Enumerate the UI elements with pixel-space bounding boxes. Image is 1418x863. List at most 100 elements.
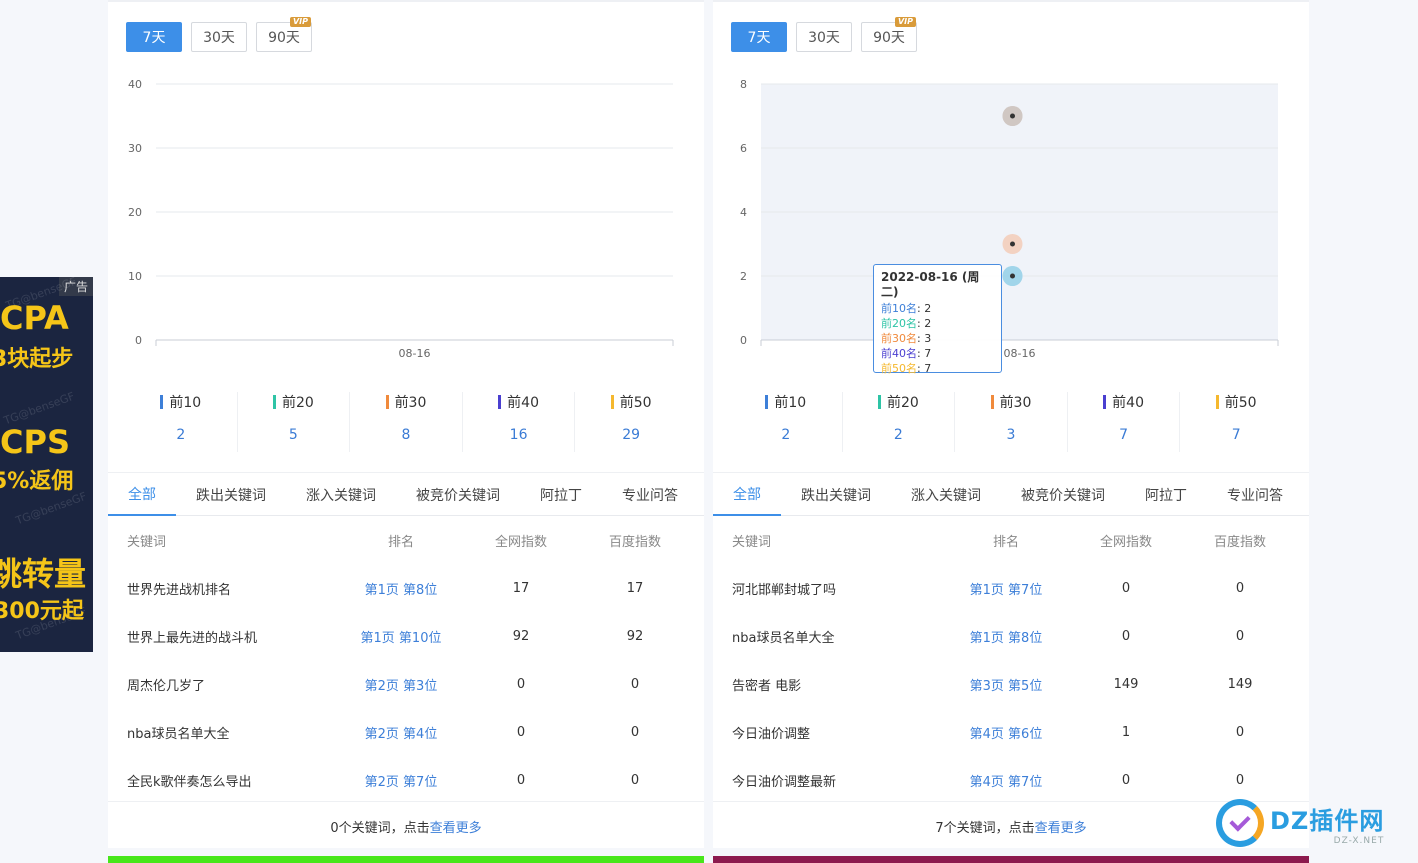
legend-bar-icon — [877, 395, 881, 409]
y-tick-label: 8 — [740, 78, 747, 91]
rank-link[interactable]: 第3页 第5位 — [943, 675, 1069, 694]
rank-stat-value[interactable]: 29 — [575, 427, 687, 443]
keyword-tab[interactable]: 专业问答 — [1207, 473, 1303, 516]
keyword-tab[interactable]: 阿拉丁 — [520, 473, 602, 516]
chart-tooltip: 2022-08-16 (周二) 前10名: 2 前20名: 2 前30名: 3 前40… — [873, 264, 1002, 375]
network-index-cell: 0 — [516, 724, 526, 740]
rank-link[interactable]: 第4页 第7位 — [943, 771, 1069, 790]
keyword-tab[interactable]: 被竞价关键词 — [396, 473, 520, 516]
rank-stat: 前40 7 — [1068, 392, 1181, 452]
tooltip-title: 2022-08-16 (周二) — [881, 270, 980, 299]
tooltip-series-value: : 2 — [917, 302, 932, 315]
keyword-cell: 今日油价调整最新 — [732, 774, 837, 790]
keyword-cell: nba球员名单大全 — [732, 630, 835, 646]
rank-stats: 前10 2 前20 2 前30 3 前40 7 前50 7 — [713, 392, 1309, 452]
column-header: 百度指数 — [1213, 534, 1266, 550]
range-7d-button[interactable]: 7天 — [731, 22, 787, 52]
ad-banner[interactable]: 广告 TG@benseGF TG@benseGF TG@benseGF TG@b… — [0, 277, 93, 652]
rank-stat-label: 前40 — [1112, 395, 1144, 411]
table-footer: 0个关键词，点击 查看更多 — [108, 801, 704, 850]
rank-stat: 前50 29 — [575, 392, 687, 452]
chart-svg: 0 10 20 30 40 08-16 — [128, 78, 674, 360]
tooltip-series-value: : 7 — [917, 362, 932, 375]
rank-stat-label-row: 前10 — [160, 392, 201, 412]
keyword-table: 关键词 排名 全网指数 百度指数 世界先进战机排名 第1页 第8位 17 17 世界上最先进的战… — [108, 516, 704, 804]
bottom-ad-strip[interactable] — [713, 856, 1309, 863]
rank-link[interactable]: 第1页 第7位 — [943, 579, 1069, 598]
logo-mark-icon — [1216, 799, 1264, 847]
view-more-link[interactable]: 查看更多 — [430, 817, 482, 836]
rank-stat-value[interactable]: 2 — [125, 427, 237, 443]
bottom-ad-strip[interactable] — [108, 856, 704, 863]
legend-bar-icon — [990, 395, 994, 409]
keyword-tab[interactable]: 专业问答 — [602, 473, 698, 516]
column-header: 关键词 — [127, 534, 167, 550]
rank-link[interactable]: 第2页 第7位 — [338, 771, 464, 790]
baidu-index-cell: 0 — [1235, 772, 1245, 788]
vip-badge: VIP — [894, 17, 916, 27]
rank-link[interactable]: 第2页 第3位 — [338, 675, 464, 694]
rank-stat-value[interactable]: 16 — [463, 427, 575, 443]
column-header: 全网指数 — [494, 534, 547, 550]
baidu-index-cell: 0 — [630, 676, 640, 692]
keyword-tab[interactable]: 阿拉丁 — [1125, 473, 1207, 516]
y-tick-label: 20 — [128, 206, 142, 219]
range-90d-button[interactable]: 90天 VIP — [861, 17, 917, 52]
ad-watermark: TG@benseGF — [2, 389, 77, 428]
keyword-tab[interactable]: 跌出关键词 — [176, 473, 286, 516]
tooltip-series-value: : 3 — [917, 332, 932, 345]
keyword-tab[interactable]: 涨入关键词 — [286, 473, 396, 516]
rank-stat-value[interactable]: 7 — [1180, 427, 1292, 443]
data-point — [1010, 273, 1015, 279]
range-90d-button[interactable]: 90天 VIP — [256, 17, 312, 52]
chart-svg: 0 2 4 6 8 08-16 — [740, 78, 1279, 360]
rank-stat-label: 前10 — [774, 395, 807, 411]
rank-stat: 前30 3 — [955, 392, 1068, 452]
rank-link[interactable]: 第1页 第8位 — [943, 627, 1069, 646]
rank-link[interactable]: 第1页 第10位 — [338, 627, 464, 646]
ad-line: CPS — [0, 423, 70, 461]
range-30d-button[interactable]: 30天 — [796, 22, 852, 52]
y-tick-label: 0 — [135, 334, 142, 347]
tooltip-series-label: 前30名 — [881, 332, 917, 345]
range-30d-button[interactable]: 30天 — [191, 22, 247, 52]
legend-bar-icon — [1103, 395, 1107, 409]
tooltip-series-value: : 2 — [917, 317, 932, 330]
keyword-tab[interactable]: 跌出关键词 — [781, 473, 891, 516]
rank-stat-value[interactable]: 5 — [238, 427, 350, 443]
keyword-tabs: 全部 跌出关键词 涨入关键词 被竞价关键词 阿拉丁 专业问答 — [108, 472, 704, 516]
rank-stat-label-row: 前20 — [877, 392, 919, 412]
legend-bar-icon — [765, 395, 769, 409]
table-row: 告密者 电影 第3页 第5位 149 149 — [713, 660, 1309, 708]
view-more-link[interactable]: 查看更多 — [1035, 817, 1087, 836]
right-ranking-panel: 7天 30天 90天 VIP 0 2 4 6 8 08-16 2022-08-16 (周二)… — [713, 0, 1309, 848]
rank-stats: 前10 2 前20 5 前30 8 前40 16 前50 29 — [108, 392, 704, 452]
table-row: 河北邯郸封城了吗 第1页 第7位 0 0 — [713, 564, 1309, 612]
keyword-cell: nba球员名单大全 — [127, 726, 230, 742]
network-index-cell: 0 — [1121, 580, 1131, 596]
footer-text: 7个关键词，点击 — [935, 820, 1035, 836]
keyword-tab[interactable]: 被竞价关键词 — [1001, 473, 1125, 516]
ad-line: 5%返佣 — [0, 469, 74, 494]
rank-stat-value[interactable]: 7 — [1068, 427, 1180, 443]
rank-stat-label: 前10 — [169, 395, 202, 411]
rank-stat-value[interactable]: 2 — [843, 427, 955, 443]
tooltip-line: 前20名: 2 — [881, 316, 994, 331]
keyword-tab[interactable]: 全部 — [713, 473, 781, 516]
rank-stat-label-row: 前40 — [1103, 392, 1144, 412]
range-90d-label: 90天 — [873, 30, 905, 46]
column-header: 关键词 — [732, 534, 772, 550]
y-tick-label: 6 — [740, 142, 747, 155]
keyword-tab[interactable]: 全部 — [108, 473, 176, 516]
rank-link[interactable]: 第4页 第6位 — [943, 723, 1069, 742]
rank-stat-value[interactable]: 8 — [350, 427, 462, 443]
rank-stat: 前20 2 — [843, 392, 956, 452]
keyword-tab[interactable]: 涨入关键词 — [891, 473, 1001, 516]
rank-link[interactable]: 第2页 第4位 — [338, 723, 464, 742]
range-7d-button[interactable]: 7天 — [126, 22, 182, 52]
baidu-index-cell: 17 — [626, 580, 644, 596]
rank-link[interactable]: 第1页 第8位 — [338, 579, 464, 598]
tooltip-series-label: 前40名 — [881, 347, 917, 360]
rank-stat-value[interactable]: 3 — [955, 427, 1067, 443]
rank-stat-value[interactable]: 2 — [730, 427, 842, 443]
